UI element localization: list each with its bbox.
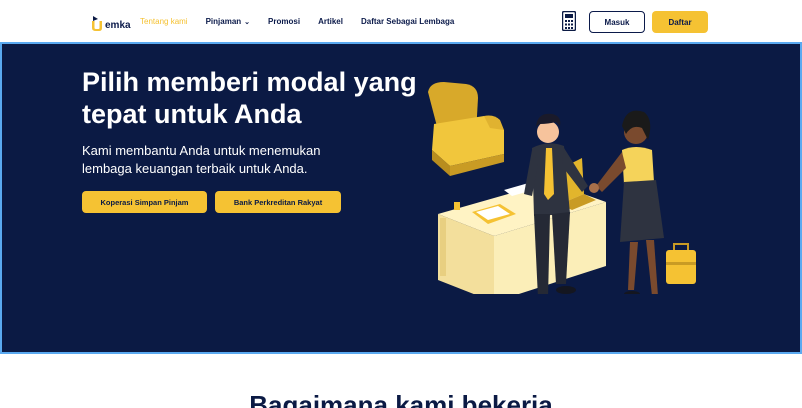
business-handshake-illustration bbox=[428, 82, 696, 294]
nav-item-tentang-kami[interactable]: Tentang kami bbox=[140, 16, 188, 29]
businesswoman-illustration bbox=[596, 110, 696, 294]
armchair-illustration bbox=[428, 82, 504, 176]
logo-text: emka bbox=[105, 20, 131, 31]
login-button[interactable]: Masuk bbox=[589, 11, 645, 33]
nav-item-promosi[interactable]: Promosi bbox=[268, 16, 300, 29]
hero-subtitle: Kami membantu Anda untuk menemukan lemba… bbox=[82, 143, 321, 176]
koperasi-simpan-pinjam-button[interactable]: Koperasi Simpan Pinjam bbox=[82, 191, 207, 213]
bank-perkreditan-rakyat-button[interactable]: Bank Perkreditan Rakyat bbox=[215, 191, 341, 213]
nav-item-daftar-lembaga[interactable]: Daftar Sebagai Lembaga bbox=[361, 16, 454, 29]
nav-item-pinjaman-label: Pinjaman bbox=[205, 17, 242, 26]
hero-title: Pilih memberi modal yang tepat untuk And… bbox=[82, 67, 417, 129]
calculator-icon[interactable] bbox=[562, 11, 576, 31]
page: emka Tentang kami Pinjaman ⌄ Promosi Arti… bbox=[0, 0, 802, 408]
nav-menu: Tentang kami Pinjaman ⌄ Promosi Artikel D… bbox=[140, 16, 472, 29]
section-heading: Bagaimana kami bekerja bbox=[249, 390, 553, 408]
nav-item-artikel[interactable]: Artikel bbox=[318, 16, 343, 29]
register-button[interactable]: Daftar bbox=[652, 11, 708, 33]
nav-item-pinjaman[interactable]: Pinjaman ⌄ bbox=[206, 16, 250, 29]
logo-mark-icon bbox=[92, 16, 102, 31]
handshake-icon bbox=[589, 183, 599, 193]
top-navbar: emka Tentang kami Pinjaman ⌄ Promosi Arti… bbox=[0, 0, 802, 42]
chevron-down-icon: ⌄ bbox=[244, 19, 251, 26]
brand-logo[interactable]: emka bbox=[90, 12, 131, 32]
